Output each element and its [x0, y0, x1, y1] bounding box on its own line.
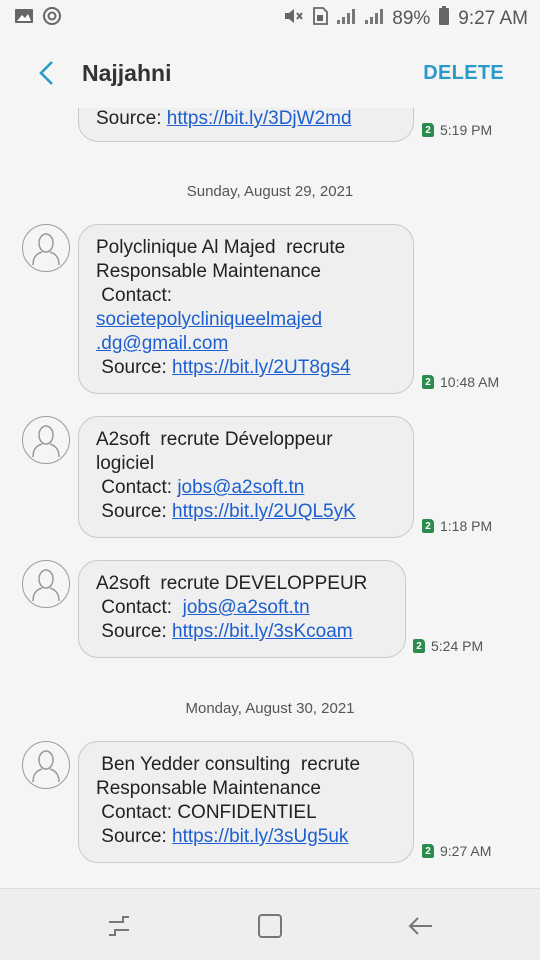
message-line: Source: https://bit.ly/3sKcoam	[96, 620, 389, 644]
message-bubble[interactable]: Source: https://bit.ly/3DjW2md	[78, 108, 414, 142]
message-time: 1:18 PM	[440, 518, 493, 534]
sync-icon	[42, 6, 62, 32]
message-line: Source: https://bit.ly/3sUg5uk	[96, 825, 397, 849]
message-line: A2soft recrute DEVELOPPEUR	[96, 573, 368, 594]
clock: 9:27 AM	[458, 8, 528, 29]
message-line: Source: https://bit.ly/2UT8gs4	[96, 356, 397, 380]
source-label: Source:	[96, 826, 173, 847]
delete-button[interactable]: DELETE	[423, 62, 504, 85]
image-icon	[14, 7, 34, 31]
message-time: 10:48 AM	[440, 374, 500, 390]
contact-label: Contact:	[96, 597, 183, 618]
contact-label: Contact:	[96, 477, 178, 498]
navigation-bar	[0, 888, 540, 960]
avatar-icon[interactable]	[22, 416, 70, 464]
message-line: Responsable Maintenance	[96, 261, 321, 282]
status-bar: 89% 9:27 AM	[0, 0, 540, 38]
date-separator: Monday, August 30, 2021	[185, 700, 355, 717]
source-label: Source:	[96, 357, 173, 378]
message-meta: 2 5:19 PM	[422, 122, 492, 138]
battery-percent: 89%	[392, 8, 431, 29]
source-link[interactable]: https://bit.ly/3DjW2md	[167, 108, 352, 129]
message-line: Polyclinique Al Majed recrute	[96, 237, 346, 258]
message-line: Source: https://bit.ly/3DjW2md	[96, 108, 397, 131]
contact-link[interactable]: jobs@a2soft.tn	[183, 597, 310, 618]
message-line: Responsable Maintenance	[96, 778, 321, 799]
conversation-title: Najjahni	[82, 59, 172, 86]
source-label: Source:	[96, 621, 173, 642]
back-icon[interactable]	[405, 911, 435, 941]
message-line: Contact: jobs@a2soft.tn	[96, 596, 389, 620]
message-line: Contact: jobs@a2soft.tn	[96, 476, 397, 500]
message-line: Source: https://bit.ly/2UQL5yK	[96, 500, 397, 524]
sim-icon	[312, 7, 329, 31]
avatar-icon[interactable]	[22, 560, 70, 608]
app-bar: Najjahni DELETE	[0, 38, 540, 108]
message-time: 9:27 AM	[440, 843, 492, 859]
message-bubble[interactable]: Ben Yedder consulting recrute Responsabl…	[78, 741, 414, 863]
recents-icon[interactable]	[104, 911, 134, 941]
message-meta: 2 5:24 PM	[413, 638, 483, 654]
source-label: Source:	[96, 501, 173, 522]
avatar-icon[interactable]	[22, 224, 70, 272]
message-meta: 2 1:18 PM	[422, 518, 492, 534]
date-separator: Sunday, August 29, 2021	[186, 183, 354, 200]
source-link[interactable]: https://bit.ly/2UQL5yK	[172, 501, 356, 522]
message-line: Ben Yedder consulting recrute	[96, 754, 361, 775]
contact-label: Contact:	[96, 285, 173, 306]
avatar-icon[interactable]	[22, 741, 70, 789]
message-meta: 2 10:48 AM	[422, 374, 499, 390]
message-thread[interactable]: Source: https://bit.ly/3DjW2md 2 5:19 PM…	[0, 108, 540, 888]
sim-badge: 2	[422, 844, 434, 858]
sim-badge: 2	[413, 639, 425, 653]
sim-badge: 2	[422, 519, 434, 533]
back-arrow-icon[interactable]	[32, 58, 62, 88]
message-meta: 2 9:27 AM	[422, 843, 491, 859]
contact-link[interactable]: societepolycliniqueelmajed	[96, 308, 397, 332]
contact-link[interactable]: .dg@gmail.com	[96, 332, 397, 356]
message-line: Contact: CONFIDENTIEL	[96, 802, 317, 823]
message-bubble[interactable]: Polyclinique Al Majed recrute Responsabl…	[78, 224, 414, 394]
source-link[interactable]: https://bit.ly/2UT8gs4	[172, 357, 350, 378]
message-bubble[interactable]: A2soft recrute Développeur logiciel Cont…	[78, 416, 414, 538]
message-time: 5:24 PM	[431, 638, 484, 654]
message-time: 5:19 PM	[440, 122, 493, 138]
contact-link[interactable]: jobs@a2soft.tn	[177, 477, 304, 498]
battery-icon	[438, 6, 450, 32]
home-icon[interactable]	[255, 911, 285, 941]
source-link[interactable]: https://bit.ly/3sUg5uk	[172, 826, 348, 847]
signal-icon	[364, 7, 384, 31]
mute-icon	[282, 7, 304, 31]
message-bubble[interactable]: A2soft recrute DEVELOPPEUR Contact: jobs…	[78, 560, 406, 658]
source-link[interactable]: https://bit.ly/3sKcoam	[172, 621, 353, 642]
sim-badge: 2	[422, 123, 434, 137]
sim-badge: 2	[422, 375, 434, 389]
source-label: Source:	[96, 108, 167, 129]
message-line: A2soft recrute Développeur	[96, 429, 333, 450]
message-line: logiciel	[96, 453, 155, 474]
signal-icon	[336, 7, 356, 31]
